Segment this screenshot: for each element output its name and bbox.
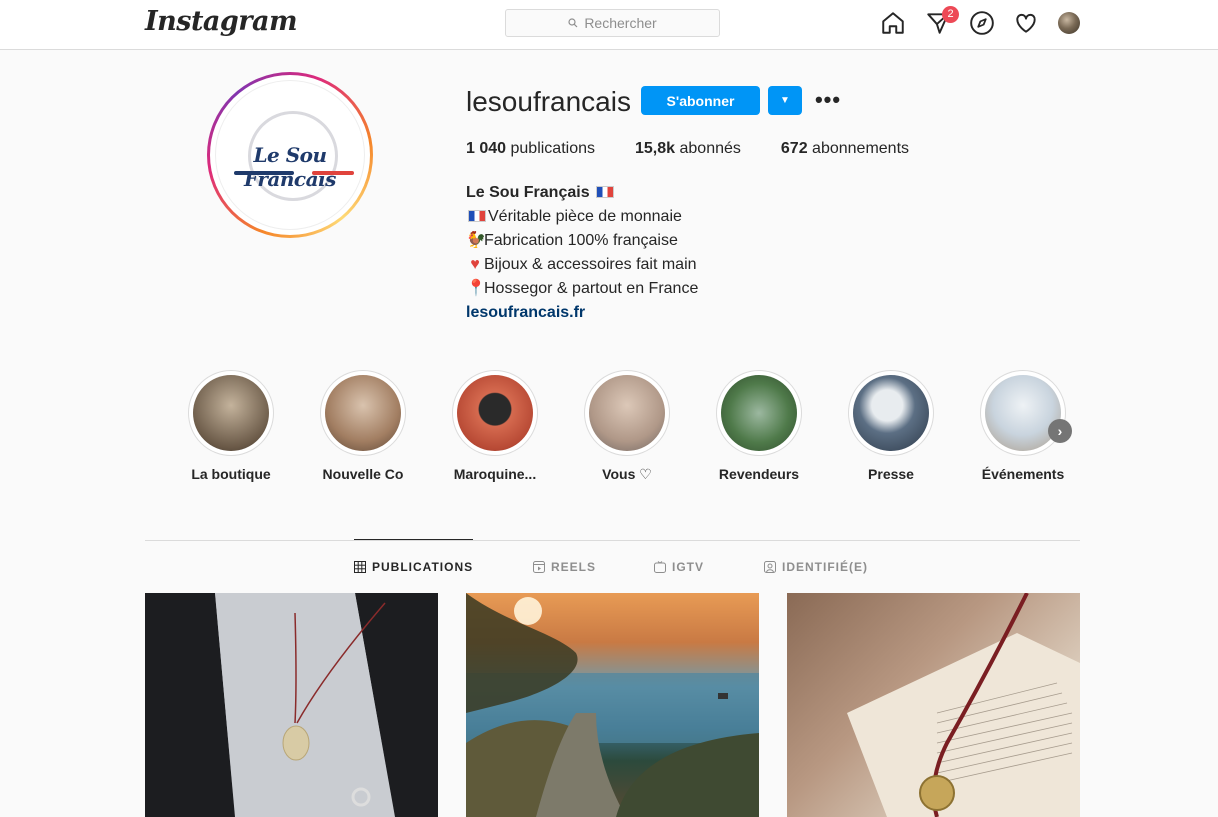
- chevron-right-icon: ›: [1057, 423, 1063, 439]
- highlight-image: [985, 375, 1061, 451]
- bio-name: Le Sou Français: [466, 184, 590, 201]
- highlight-cover: [980, 370, 1066, 456]
- following-count[interactable]: 672 abonnements: [781, 140, 909, 158]
- bio-line-3: ♥ Bijoux & accessoires fait main: [466, 253, 698, 277]
- highlight-vous[interactable]: Vous ♡: [577, 370, 677, 483]
- tabs-divider: [145, 540, 1080, 541]
- direct-button[interactable]: 2: [925, 6, 959, 36]
- tab-label: IGTV: [672, 560, 705, 574]
- profile-avatar[interactable]: [1058, 12, 1080, 34]
- highlight-cover: [452, 370, 538, 456]
- highlights-next-button[interactable]: ›: [1048, 419, 1072, 443]
- highlight-label: Presse: [868, 466, 914, 482]
- bio-line-2: 🐓Fabrication 100% française: [466, 229, 698, 253]
- bio-name-line: Le Sou Français: [466, 181, 698, 205]
- explore-icon[interactable]: [969, 10, 995, 36]
- highlight-image: [853, 375, 929, 451]
- post-image-coast: [466, 593, 759, 817]
- search-icon: [568, 18, 578, 28]
- tagged-icon: [764, 561, 776, 573]
- heart-emoji-icon: ♥: [470, 256, 480, 273]
- profile-username: lesoufrancais: [466, 86, 631, 117]
- highlight-revendeurs[interactable]: Revendeurs: [709, 370, 809, 482]
- post-thumbnail[interactable]: [145, 593, 438, 817]
- highlight-image: [721, 375, 797, 451]
- highlight-image: [457, 375, 533, 451]
- avatar-brand-text: Le Sou Francais: [244, 143, 336, 191]
- post-thumbnail[interactable]: [466, 593, 759, 817]
- search-placeholder: Rechercher: [584, 15, 657, 31]
- highlight-nouvelle-co[interactable]: Nouvelle Co: [313, 370, 413, 482]
- french-flag-icon: [468, 210, 486, 222]
- home-icon[interactable]: [880, 10, 906, 36]
- igtv-icon: [654, 561, 666, 573]
- pin-icon: 📍: [466, 280, 486, 297]
- story-highlights: La boutique Nouvelle Co Maroquine... Vou…: [180, 370, 1100, 490]
- highlight-cover: [188, 370, 274, 456]
- notification-badge: 2: [942, 6, 959, 23]
- profile-logo: Le Sou Francais: [215, 80, 365, 230]
- heart-icon[interactable]: [1013, 10, 1039, 36]
- highlight-cover: [848, 370, 934, 456]
- posts-count: 1 040 publications: [466, 140, 595, 157]
- highlight-label: La boutique: [191, 466, 271, 482]
- tab-label: IDENTIFIÉ(E): [782, 560, 868, 574]
- tab-reels[interactable]: REELS: [533, 560, 596, 574]
- highlight-label: Maroquine...: [453, 466, 537, 482]
- caret-down-icon: ▼: [780, 95, 790, 106]
- highlight-presse[interactable]: Presse: [841, 370, 941, 482]
- highlight-cover: [716, 370, 802, 456]
- grid-icon: [354, 561, 366, 573]
- top-navigation: Instagram Rechercher 2: [0, 0, 1218, 50]
- active-tab-indicator: [354, 539, 473, 540]
- bio-line-4: 📍Hossegor & partout en France: [466, 277, 698, 301]
- post-image-necklace: [145, 593, 438, 817]
- profile-picture-frame: Le Sou Francais: [210, 75, 370, 235]
- highlight-label: Vous ♡: [602, 466, 652, 482]
- tab-igtv[interactable]: IGTV: [654, 560, 704, 574]
- profile-stats: 1 040 publications 15,8k abonnés 672 abo…: [466, 140, 949, 158]
- highlight-cover: [584, 370, 670, 456]
- rooster-icon: 🐓: [466, 232, 486, 249]
- post-image-book-bracelet: [847, 593, 1080, 817]
- bio-website-link[interactable]: lesoufrancais.fr: [466, 301, 698, 325]
- french-flag-icon: [596, 186, 615, 198]
- tab-publications[interactable]: PUBLICATIONS: [354, 560, 473, 574]
- bio-line-1: Véritable pièce de monnaie: [466, 205, 698, 229]
- search-input[interactable]: Rechercher: [505, 9, 720, 37]
- tab-label: REELS: [551, 560, 597, 574]
- highlight-la-boutique[interactable]: La boutique: [181, 370, 281, 482]
- highlight-cover: [320, 370, 406, 456]
- instagram-logo[interactable]: Instagram: [145, 6, 298, 37]
- more-options-button[interactable]: •••: [815, 87, 841, 112]
- highlight-label: Revendeurs: [718, 466, 800, 482]
- tab-label: PUBLICATIONS: [372, 560, 474, 574]
- highlight-image: [193, 375, 269, 451]
- highlight-label: Événements: [981, 466, 1065, 482]
- post-thumbnail[interactable]: [787, 593, 1080, 817]
- suggestions-dropdown-button[interactable]: ▼: [768, 86, 802, 115]
- tab-identifie[interactable]: IDENTIFIÉ(E): [764, 560, 868, 574]
- profile-bio: Le Sou Français Véritable pièce de monna…: [466, 181, 698, 325]
- highlight-label: Nouvelle Co: [322, 466, 404, 482]
- follow-button[interactable]: S'abonner: [641, 86, 760, 115]
- highlight-image: [325, 375, 401, 451]
- blue-stripe: [234, 171, 294, 175]
- highlight-maroquinerie[interactable]: Maroquine...: [445, 370, 545, 482]
- followers-count[interactable]: 15,8k abonnés: [635, 140, 741, 158]
- highlight-image: [589, 375, 665, 451]
- red-stripe: [312, 171, 354, 175]
- reels-icon: [533, 561, 545, 573]
- profile-picture[interactable]: Le Sou Francais: [207, 72, 373, 238]
